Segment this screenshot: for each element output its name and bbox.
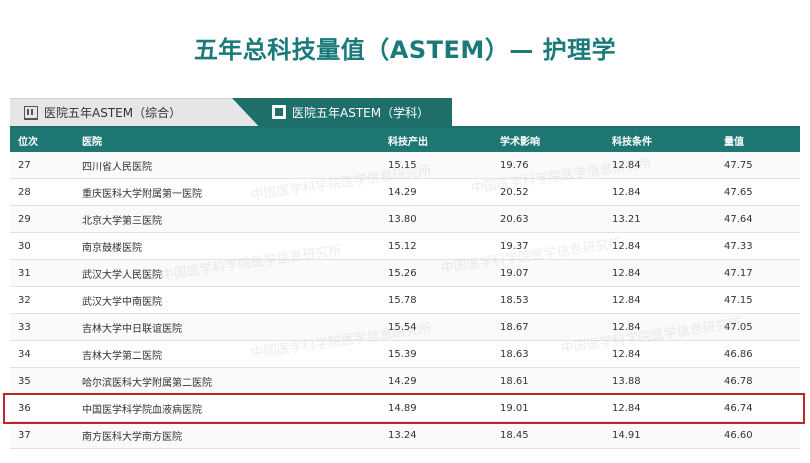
cell-output: 15.26 [388,267,417,279]
cell-output: 14.29 [388,186,417,198]
cell-influence: 18.45 [500,429,529,441]
cell-rank: 31 [18,267,31,279]
cell-output: 15.12 [388,240,417,252]
cell-influence: 18.53 [500,294,529,306]
cell-output: 15.78 [388,294,417,306]
cell-influence: 19.76 [500,159,529,171]
cell-value: 47.15 [724,294,753,306]
cell-conditions: 12.84 [612,348,641,360]
cell-value: 46.86 [724,348,753,360]
cell-value: 47.17 [724,267,753,279]
cell-conditions: 12.84 [612,402,641,414]
table-row[interactable]: 32 武汉大学中南医院 15.78 18.53 12.84 47.15 [10,287,800,314]
cell-value: 47.33 [724,240,753,252]
cell-hospital: 四川省人民医院 [82,161,152,173]
cell-value: 46.74 [724,402,753,414]
header-influence[interactable]: 学术影响 [500,133,612,148]
cell-hospital: 哈尔滨医科大学附属第二医院 [82,377,212,389]
cell-rank: 36 [18,402,31,414]
cell-hospital: 南京鼓楼医院 [82,242,142,254]
table-row[interactable]: 37 南方医科大学南方医院 13.24 18.45 14.91 46.60 [10,422,800,449]
cell-value: 46.78 [724,375,753,387]
cell-value: 47.75 [724,159,753,171]
cell-influence: 19.37 [500,240,529,252]
cell-value: 47.65 [724,186,753,198]
cell-conditions: 12.84 [612,159,641,171]
cell-influence: 20.63 [500,213,529,225]
cell-conditions: 12.84 [612,240,641,252]
cell-output: 14.89 [388,402,417,414]
header-hospital[interactable]: 医院 [82,133,388,148]
table-row[interactable]: 34 吉林大学第二医院 15.39 18.63 12.84 46.86 [10,341,800,368]
cell-output: 15.39 [388,348,417,360]
cell-rank: 34 [18,348,31,360]
table-row[interactable]: 28 重庆医科大学附属第一医院 14.29 20.52 12.84 47.65 [10,179,800,206]
header-value[interactable]: 量值 [724,133,800,148]
cell-rank: 30 [18,240,31,252]
cell-influence: 19.01 [500,402,529,414]
tab-hospital-overall[interactable]: 医院五年ASTEM（综合） [10,98,272,126]
cell-output: 15.54 [388,321,417,333]
cell-rank: 28 [18,186,31,198]
cell-hospital: 武汉大学人民医院 [82,269,162,281]
cell-influence: 18.67 [500,321,529,333]
tab-label: 医院五年ASTEM（综合） [44,106,182,120]
table-row[interactable]: 35 哈尔滨医科大学附属第二医院 14.29 18.61 13.88 46.78 [10,368,800,395]
cell-rank: 35 [18,375,31,387]
tab-label: 医院五年ASTEM（学科） [292,105,430,120]
table-row[interactable]: 36 中国医学科学院血液病医院 14.89 19.01 12.84 46.74 [10,395,800,422]
cell-conditions: 12.84 [612,186,641,198]
cell-hospital: 重庆医科大学附属第一医院 [82,188,202,200]
book-icon [272,105,286,119]
cell-influence: 20.52 [500,186,529,198]
cell-conditions: 12.84 [612,321,641,333]
cell-hospital: 吉林大学中日联谊医院 [82,323,182,335]
cell-conditions: 12.84 [612,267,641,279]
cell-conditions: 13.88 [612,375,641,387]
cell-hospital: 南方医科大学南方医院 [82,431,182,443]
cell-rank: 32 [18,294,31,306]
cell-value: 47.05 [724,321,753,333]
cell-rank: 27 [18,159,31,171]
table-body: 27 四川省人民医院 15.15 19.76 12.84 47.75 28 重庆医科大学附属第… [10,152,800,449]
cell-rank: 33 [18,321,31,333]
cell-value: 46.60 [724,429,753,441]
cell-output: 14.29 [388,375,417,387]
cell-output: 13.80 [388,213,417,225]
cell-conditions: 14.91 [612,429,641,441]
cell-output: 15.15 [388,159,417,171]
ranking-table: 位次 医院 科技产出 学术影响 科技条件 量值 27 四川省人民医院 15.15 19… [10,128,800,449]
cell-influence: 18.61 [500,375,529,387]
cell-value: 47.64 [724,213,753,225]
cell-influence: 19.07 [500,267,529,279]
header-conditions[interactable]: 科技条件 [612,133,724,148]
cell-output: 13.24 [388,429,417,441]
table-row[interactable]: 33 吉林大学中日联谊医院 15.54 18.67 12.84 47.05 [10,314,800,341]
table-row[interactable]: 31 武汉大学人民医院 15.26 19.07 12.84 47.17 [10,260,800,287]
cell-conditions: 12.84 [612,294,641,306]
tab-bar: 医院五年ASTEM（综合） 医院五年ASTEM（学科） [10,98,800,126]
header-output[interactable]: 科技产出 [388,133,500,148]
cell-hospital: 北京大学第三医院 [82,215,162,227]
table-row[interactable]: 29 北京大学第三医院 13.80 20.63 13.21 47.64 [10,206,800,233]
building-icon [24,105,38,120]
cell-hospital: 吉林大学第二医院 [82,350,162,362]
table-row[interactable]: 30 南京鼓楼医院 15.12 19.37 12.84 47.33 [10,233,800,260]
header-rank[interactable]: 位次 [10,133,82,148]
tab-hospital-subject[interactable]: 医院五年ASTEM（学科） [232,98,452,126]
page-title: 五年总科技量值（ASTEM）— 护理学 [193,36,617,64]
cell-hospital: 中国医学科学院血液病医院 [82,404,202,416]
cell-hospital: 武汉大学中南医院 [82,296,162,308]
cell-rank: 37 [18,429,31,441]
cell-conditions: 13.21 [612,213,641,225]
table-header: 位次 医院 科技产出 学术影响 科技条件 量值 [10,128,800,152]
cell-rank: 29 [18,213,31,225]
cell-influence: 18.63 [500,348,529,360]
table-row[interactable]: 27 四川省人民医院 15.15 19.76 12.84 47.75 [10,152,800,179]
